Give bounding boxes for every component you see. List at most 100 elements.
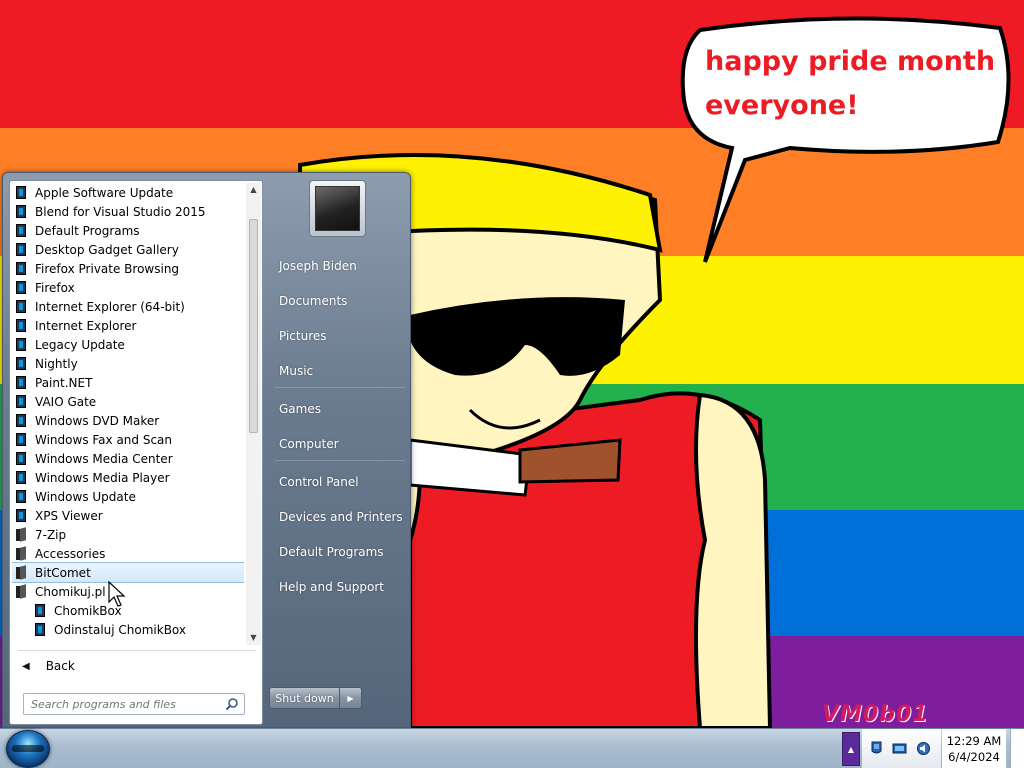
- program-item[interactable]: Nightly: [12, 354, 244, 373]
- program-item[interactable]: Default Programs: [12, 221, 244, 240]
- program-label: Firefox: [35, 280, 75, 295]
- program-item[interactable]: Windows Media Center: [12, 449, 244, 468]
- volume-icon[interactable]: [916, 741, 931, 756]
- back-button[interactable]: ◀ Back: [14, 655, 258, 677]
- notification-area: [862, 729, 941, 768]
- program-shortcut-icon: [16, 471, 26, 484]
- scroll-up-arrow-icon[interactable]: ▲: [246, 183, 261, 197]
- program-item[interactable]: VAIO Gate: [12, 392, 244, 411]
- all-programs-list: Apple Software Update Blend for Visual St…: [12, 183, 244, 645]
- start-link-pictures[interactable]: Pictures: [269, 321, 406, 351]
- shutdown-group: Shut down ▶: [269, 687, 362, 709]
- program-item[interactable]: Windows Update: [12, 487, 244, 506]
- program-item[interactable]: Odinstaluj ChomikBox: [12, 620, 244, 639]
- program-item[interactable]: Apple Software Update: [12, 183, 244, 202]
- start-link-joseph-biden[interactable]: Joseph Biden: [269, 251, 406, 281]
- system-clock[interactable]: 12:29 AM 6/4/2024: [942, 729, 1006, 768]
- start-menu: Apple Software Update Blend for Visual St…: [2, 172, 411, 728]
- program-item[interactable]: Internet Explorer (64-bit): [12, 297, 244, 316]
- program-item[interactable]: Paint.NET: [12, 373, 244, 392]
- show-desktop-button[interactable]: [1010, 729, 1024, 768]
- program-item[interactable]: Blend for Visual Studio 2015: [12, 202, 244, 221]
- program-shortcut-icon: [16, 452, 26, 465]
- program-shortcut-icon: [16, 300, 26, 313]
- speech-line-1: happy pride month: [705, 46, 996, 77]
- start-link-devices-and-printers[interactable]: Devices and Printers: [269, 502, 406, 532]
- program-shortcut-icon: [35, 623, 45, 636]
- search-box[interactable]: [23, 693, 245, 715]
- program-list-scrollbar[interactable]: ▲ ▼: [246, 183, 261, 645]
- user-avatar-icon: [315, 186, 360, 231]
- program-shortcut-icon: [16, 319, 26, 332]
- windows-orb-icon: [12, 745, 44, 752]
- program-item[interactable]: Windows Fax and Scan: [12, 430, 244, 449]
- program-label: 7-Zip: [35, 527, 67, 542]
- network-icon[interactable]: [892, 741, 907, 756]
- search-input[interactable]: [31, 697, 221, 711]
- right-pane-separator: [275, 460, 405, 461]
- program-label: Legacy Update: [35, 337, 125, 352]
- program-label: Desktop Gadget Gallery: [35, 242, 179, 257]
- program-shortcut-icon: [16, 490, 26, 503]
- mouse-cursor-icon: [108, 580, 126, 607]
- program-label: Apple Software Update: [35, 185, 174, 200]
- program-label: Chomikuj.pl: [35, 584, 106, 599]
- right-pane-separator: [275, 387, 405, 388]
- search-icon[interactable]: [225, 697, 239, 711]
- program-shortcut-icon: [16, 224, 26, 237]
- clock-time: 12:29 AM: [946, 734, 1002, 748]
- back-label: Back: [45, 659, 75, 673]
- program-label: Windows DVD Maker: [35, 413, 160, 428]
- program-shortcut-icon: [35, 604, 45, 617]
- program-label: Windows Media Player: [35, 470, 170, 485]
- start-link-help-and-support[interactable]: Help and Support: [269, 572, 406, 602]
- program-item[interactable]: Desktop Gadget Gallery: [12, 240, 244, 259]
- taskbar: ▲ 12:29 AM 6/4/2024: [0, 728, 1024, 768]
- start-link-documents[interactable]: Documents: [269, 286, 406, 316]
- program-item[interactable]: Firefox Private Browsing: [12, 259, 244, 278]
- program-label: Accessories: [35, 546, 106, 561]
- program-label: Odinstaluj ChomikBox: [54, 622, 187, 637]
- program-shortcut-icon: [16, 205, 26, 218]
- program-label: BitComet: [35, 565, 91, 580]
- program-folder[interactable]: 7-Zip: [12, 525, 244, 544]
- show-hidden-icons-button[interactable]: ▲: [842, 732, 860, 766]
- action-center-flag-icon[interactable]: [869, 741, 884, 756]
- program-item[interactable]: Windows DVD Maker: [12, 411, 244, 430]
- start-link-default-programs[interactable]: Default Programs: [269, 537, 406, 567]
- program-item[interactable]: XPS Viewer: [12, 506, 244, 525]
- program-folder[interactable]: Accessories: [12, 544, 244, 563]
- program-label: Firefox Private Browsing: [35, 261, 180, 276]
- start-link-music[interactable]: Music: [269, 356, 406, 386]
- program-shortcut-icon: [16, 414, 26, 427]
- program-item[interactable]: Legacy Update: [12, 335, 244, 354]
- scroll-down-arrow-icon[interactable]: ▼: [246, 631, 261, 645]
- shutdown-button[interactable]: Shut down: [269, 687, 340, 709]
- user-picture[interactable]: [309, 180, 366, 237]
- program-label: Blend for Visual Studio 2015: [35, 204, 206, 219]
- program-label: Windows Media Center: [35, 451, 173, 466]
- program-shortcut-icon: [16, 243, 26, 256]
- program-label: Internet Explorer: [35, 318, 137, 333]
- start-button[interactable]: [6, 730, 50, 768]
- clock-date: 6/4/2024: [948, 750, 1000, 764]
- start-link-computer[interactable]: Computer: [269, 429, 406, 459]
- program-label: Windows Fax and Scan: [35, 432, 173, 447]
- program-item[interactable]: Windows Media Player: [12, 468, 244, 487]
- folder-icon: [16, 547, 27, 560]
- chevron-right-icon: ▶: [347, 693, 354, 703]
- shutdown-options-button[interactable]: ▶: [340, 687, 362, 709]
- program-label: Internet Explorer (64-bit): [35, 299, 185, 314]
- program-item[interactable]: Firefox: [12, 278, 244, 297]
- program-shortcut-icon: [16, 395, 26, 408]
- taskbar-empty-area[interactable]: [56, 729, 842, 768]
- folder-icon: [16, 585, 27, 598]
- program-item[interactable]: Internet Explorer: [12, 316, 244, 335]
- start-link-games[interactable]: Games: [269, 394, 406, 424]
- start-menu-right-pane: Joseph Biden Documents Pictures Music Games C…: [265, 173, 410, 729]
- folder-icon: [16, 566, 27, 579]
- program-shortcut-icon: [16, 509, 26, 522]
- start-link-control-panel[interactable]: Control Panel: [269, 467, 406, 497]
- watermark-text: VM0b01: [822, 702, 929, 727]
- scrollbar-thumb[interactable]: [249, 219, 258, 433]
